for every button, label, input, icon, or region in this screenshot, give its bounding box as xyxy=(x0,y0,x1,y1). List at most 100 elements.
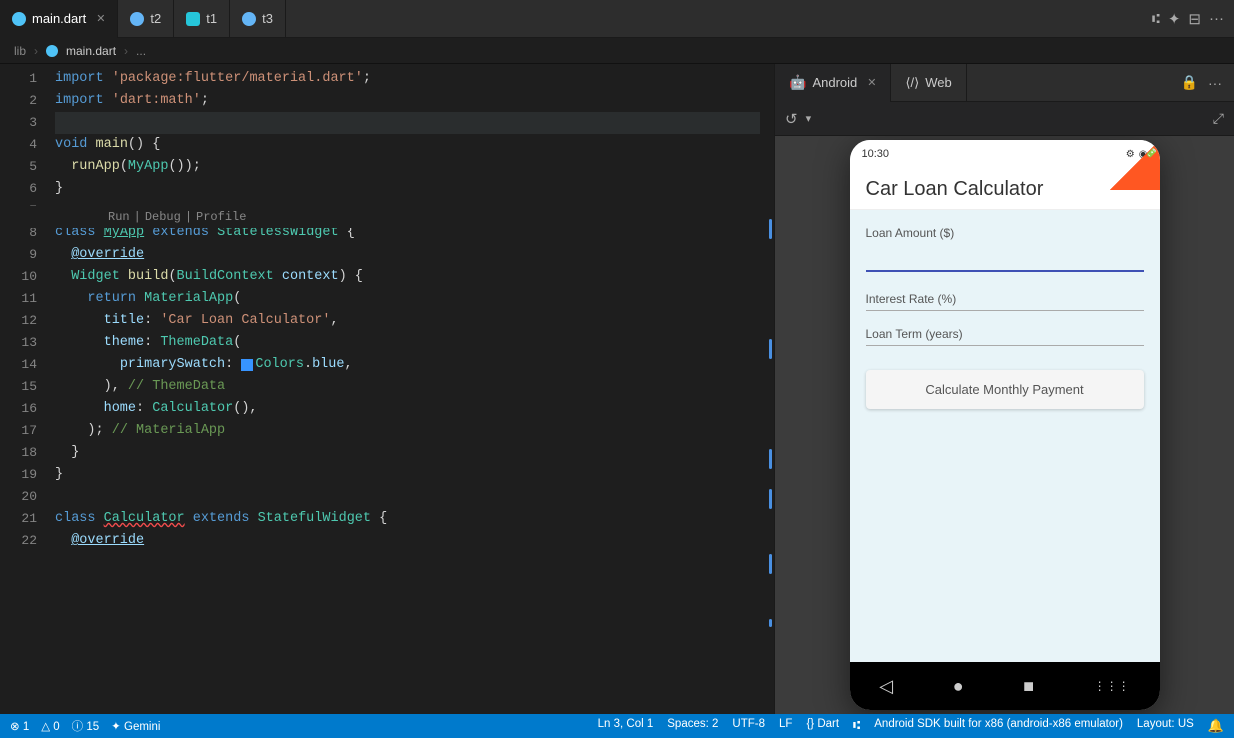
android-tab-close[interactable]: ✕ xyxy=(867,76,876,89)
code-line: title: 'Car Loan Calculator', xyxy=(55,310,760,332)
nav-menu-button[interactable]: ⋮⋮⋮ xyxy=(1094,679,1130,693)
code-line: @override xyxy=(55,244,760,266)
run-button[interactable]: Run xyxy=(108,206,130,228)
preview-toolbar: ↺ ▾ ⤢ xyxy=(775,102,1234,136)
lock-icon[interactable]: 🔒 xyxy=(1181,74,1198,91)
nav-home-button[interactable]: ● xyxy=(953,676,964,697)
editor[interactable]: 12345 678910 1112131415 1617181920 2122 … xyxy=(0,64,774,714)
status-info[interactable]: ⓘ 15 xyxy=(72,718,100,734)
loan-amount-label: Loan Amount ($) xyxy=(866,226,1144,240)
battery-corner: 🔋 xyxy=(1110,140,1160,190)
interest-rate-divider xyxy=(866,310,1144,311)
tab-main-dart[interactable]: main.dart ✕ xyxy=(0,0,118,38)
battery-indicator: 🔋 xyxy=(1144,146,1159,162)
phone-app-title: Car Loan Calculator xyxy=(866,178,1144,201)
scroll-marker-2 xyxy=(769,339,772,359)
calculate-button[interactable]: Calculate Monthly Payment xyxy=(866,370,1144,409)
web-tab-label: Web xyxy=(925,75,952,90)
loan-amount-input[interactable] xyxy=(866,244,1144,272)
code-line-active xyxy=(55,112,760,134)
tab-t2-icon xyxy=(130,12,144,26)
status-layout[interactable]: Layout: US xyxy=(1137,718,1194,734)
toolbar-icons: ⑆ ✦ ⊟ ··· xyxy=(1152,10,1234,28)
tab-t3[interactable]: t3 xyxy=(230,0,286,38)
status-encoding[interactable]: UTF-8 xyxy=(732,718,765,734)
code-editor-content[interactable]: import 'package:flutter/material.dart'; … xyxy=(45,64,760,714)
status-sdk-info[interactable]: Android SDK built for x86 (android-x86 e… xyxy=(874,718,1123,734)
code-line: home: Calculator(), xyxy=(55,398,760,420)
code-line: import 'package:flutter/material.dart'; xyxy=(55,68,760,90)
android-tab-label: Android xyxy=(812,75,857,90)
web-icon: ⟨/⟩ xyxy=(905,75,919,91)
phone-nav-bar: ◁ ● ■ ⋮⋮⋮ xyxy=(850,662,1160,710)
breadcrumb-more[interactable]: ... xyxy=(136,44,146,58)
code-line: ); // MaterialApp xyxy=(55,420,760,442)
status-cursor[interactable]: Ln 3, Col 1 xyxy=(598,718,654,734)
code-line: primarySwatch: Colors.blue, xyxy=(55,354,760,376)
device-panel-icons: 🔒 ··· xyxy=(1181,74,1234,91)
ai-icon[interactable]: ✦ xyxy=(1168,10,1181,28)
branch-icon[interactable]: ⑆ xyxy=(1152,11,1160,26)
tab-t1-label: t1 xyxy=(206,11,217,26)
tab-t3-label: t3 xyxy=(262,11,273,26)
status-spaces[interactable]: Spaces: 2 xyxy=(667,718,718,734)
phone-time: 10:30 xyxy=(862,148,890,160)
editor-scroll-gutter[interactable] xyxy=(760,64,774,714)
right-panel: 🤖 Android ✕ ⟨/⟩ Web 🔒 ··· ↺ ▾ ⤢ xyxy=(774,64,1234,714)
code-line: theme: ThemeData( xyxy=(55,332,760,354)
tab-main-dart-label: main.dart xyxy=(32,11,86,26)
code-line: return MaterialApp( xyxy=(55,288,760,310)
loan-term-field: Loan Term (years) xyxy=(866,327,1144,346)
scroll-marker-4 xyxy=(769,489,772,509)
phone-frame: 10:30 ⚙ ◉ 🔋 Car Loan Calculator xyxy=(850,140,1160,710)
tab-t2[interactable]: t2 xyxy=(118,0,174,38)
status-errors[interactable]: ⊗ 1 xyxy=(10,719,29,733)
more-icon[interactable]: ··· xyxy=(1208,75,1222,91)
code-line: import 'dart:math'; xyxy=(55,90,760,112)
profile-button[interactable]: Profile xyxy=(196,206,246,228)
code-line: Widget build(BuildContext context) { xyxy=(55,266,760,288)
refresh-icon[interactable]: ↺ xyxy=(785,110,798,128)
layout-icon[interactable]: ⊟ xyxy=(1188,10,1201,28)
scroll-marker-5 xyxy=(769,554,772,574)
status-bell-icon[interactable]: 🔔 xyxy=(1208,718,1224,734)
code-line: void main() { xyxy=(55,134,760,156)
loan-amount-field: Loan Amount ($) xyxy=(866,226,1144,288)
status-warnings[interactable]: △ 0 xyxy=(41,719,59,733)
loan-term-label: Loan Term (years) xyxy=(866,327,1144,341)
status-gemini[interactable]: ✦ Gemini xyxy=(111,719,160,733)
refresh-dropdown-icon[interactable]: ▾ xyxy=(806,112,812,125)
external-link-icon[interactable]: ⤢ xyxy=(1213,110,1224,126)
tab-web[interactable]: ⟨/⟩ Web xyxy=(891,64,966,102)
phone-preview-container: 10:30 ⚙ ◉ 🔋 Car Loan Calculator xyxy=(775,136,1234,714)
debug-button[interactable]: Debug xyxy=(145,206,181,228)
nav-back-button[interactable]: ◁ xyxy=(879,676,893,697)
breadcrumb-lib[interactable]: lib xyxy=(14,44,26,58)
tab-t2-label: t2 xyxy=(150,11,161,26)
code-line: class Calculator extends StatefulWidget … xyxy=(55,508,760,530)
tab-t1-icon xyxy=(186,12,200,26)
status-language[interactable]: {} Dart xyxy=(806,718,839,734)
code-line: ), // ThemeData xyxy=(55,376,760,398)
breadcrumb-file[interactable]: main.dart xyxy=(66,44,116,58)
breadcrumb-file-icon xyxy=(46,45,58,57)
tab-android[interactable]: 🤖 Android ✕ xyxy=(775,64,891,102)
phone-content: Loan Amount ($) Interest Rate (%) Loan T… xyxy=(850,210,1160,662)
tab-bar: main.dart ✕ t2 t1 t3 ⑆ ✦ ⊟ ··· xyxy=(0,0,1234,38)
code-line: runApp(MyApp()); xyxy=(55,156,760,178)
tab-t1[interactable]: t1 xyxy=(174,0,230,38)
status-bar: ⊗ 1 △ 0 ⓘ 15 ✦ Gemini Ln 3, Col 1 Spaces… xyxy=(0,714,1234,738)
run-debug-bar: Run | Debug | Profile xyxy=(0,206,760,228)
scroll-marker-1 xyxy=(769,219,772,239)
status-bar-right: Ln 3, Col 1 Spaces: 2 UTF-8 LF {} Dart ⑆… xyxy=(598,718,1224,734)
tab-main-dart-close[interactable]: ✕ xyxy=(96,12,105,25)
interest-rate-label: Interest Rate (%) xyxy=(866,292,1144,306)
loan-term-divider xyxy=(866,345,1144,346)
more-options-icon[interactable]: ··· xyxy=(1209,10,1224,27)
device-tabs: 🤖 Android ✕ ⟨/⟩ Web 🔒 ··· xyxy=(775,64,1234,102)
status-line-ending[interactable]: LF xyxy=(779,718,792,734)
nav-recents-button[interactable]: ■ xyxy=(1023,676,1034,697)
interest-rate-field: Interest Rate (%) xyxy=(866,292,1144,311)
scroll-marker-6 xyxy=(769,619,772,627)
code-line: } xyxy=(55,464,760,486)
